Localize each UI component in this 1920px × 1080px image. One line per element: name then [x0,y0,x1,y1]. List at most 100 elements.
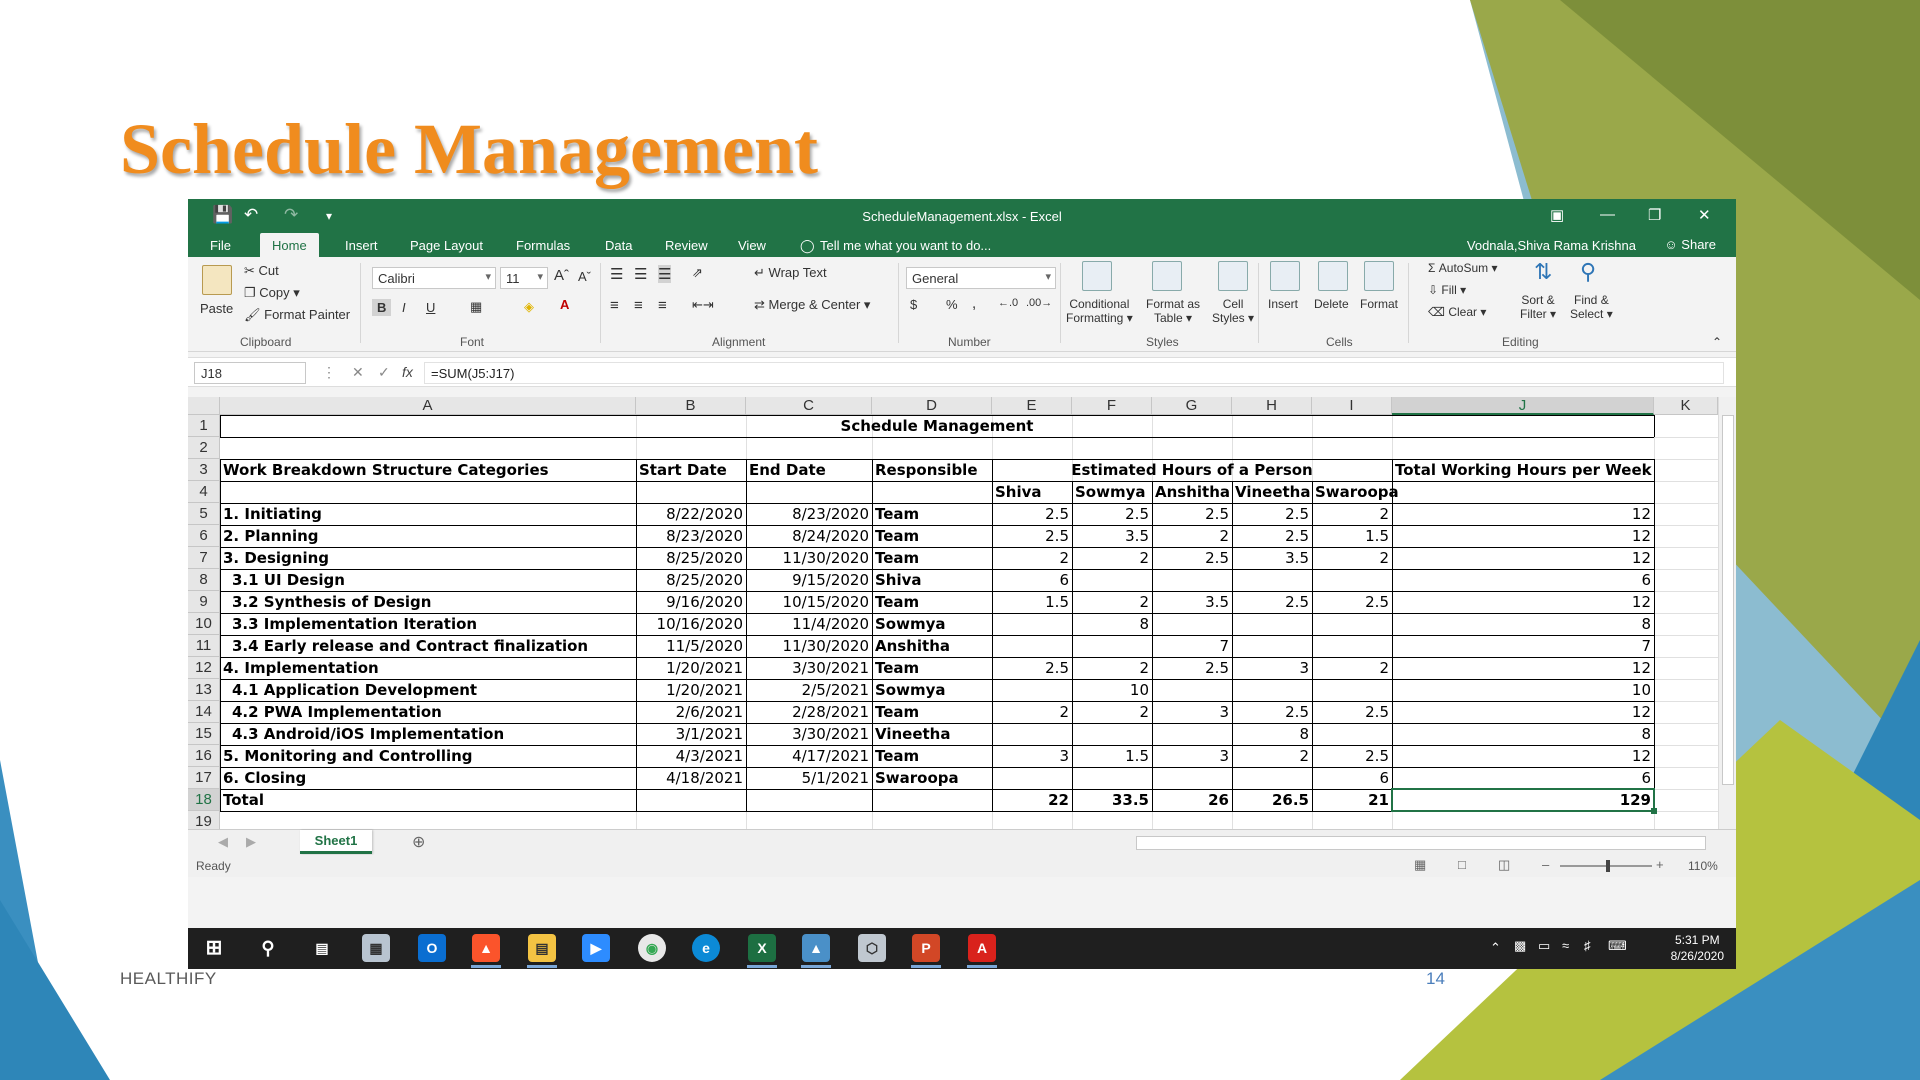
task-name-cell[interactable]: 2. Planning [220,525,636,547]
name-box[interactable]: J18 [194,362,306,384]
column-header-f[interactable]: F [1072,397,1152,415]
tab-insert[interactable]: Insert [345,238,378,253]
header-person[interactable]: Shiva [992,481,1072,503]
clear-button[interactable]: ⌫ Clear ▾ [1428,305,1486,319]
header-start-date[interactable]: Start Date [636,459,746,481]
row-header-13[interactable]: 13 [188,679,220,701]
hours-cell[interactable]: 10 [1072,679,1152,701]
hours-cell[interactable]: 2 [1072,657,1152,679]
task-name-cell[interactable]: 3. Designing [220,547,636,569]
row-header-8[interactable]: 8 [188,569,220,591]
row-header-16[interactable]: 16 [188,745,220,767]
bottom-align-icon[interactable]: ☰ [658,265,672,283]
worksheet-grid[interactable]: A B C D E F G H I J K 1 2 3 4 5 6 7 8 9 10 11 12 13 14 15 16 17 18 19… [188,397,1736,829]
top-align-icon[interactable]: ☰ [610,265,623,283]
hours-cell[interactable]: 2.5 [992,503,1072,525]
hours-cell[interactable]: 3 [1152,745,1232,767]
enter-icon[interactable]: ✓ [378,364,390,381]
sheet-title-cell[interactable]: Schedule Management [220,415,1654,437]
header-person[interactable]: Swaroopa [1312,481,1399,503]
chrome-icon[interactable]: ◉ [638,934,666,962]
total-hours-cell[interactable]: 7 [1392,635,1654,657]
total-hours-cell[interactable]: 6 [1392,569,1654,591]
security-icon[interactable]: ▩ [1514,938,1526,954]
orientation-icon[interactable]: ⇗ [692,265,703,281]
hours-cell[interactable]: 2.5 [992,525,1072,547]
total-label-cell[interactable]: Total [220,789,636,811]
hours-cell[interactable]: 3.5 [1072,525,1152,547]
conditional-formatting-button[interactable]: Conditional Formatting ▾ [1066,297,1133,325]
hours-cell[interactable]: 3 [992,745,1072,767]
hours-cell[interactable]: 1.5 [1312,525,1392,547]
total-hours-cell[interactable]: 8 [1392,723,1654,745]
paste-icon[interactable] [202,265,232,295]
file-explorer-icon[interactable]: ▤ [528,934,556,962]
find-select-icon[interactable]: ⚲ [1580,259,1596,285]
edge-icon[interactable]: e [692,934,720,962]
hours-cell[interactable]: 2 [1072,591,1152,613]
tell-me-box[interactable]: Tell me what you want to do... [820,238,991,253]
responsible-cell[interactable]: Shiva [872,569,992,591]
end-date-cell[interactable]: 8/23/2020 [746,503,872,525]
total-hours-cell[interactable]: 12 [1392,547,1654,569]
hours-cell[interactable]: 2 [992,547,1072,569]
start-date-cell[interactable]: 9/16/2020 [636,591,746,613]
new-sheet-icon[interactable]: ⊕ [412,832,425,852]
battery-icon[interactable]: ▭ [1538,938,1550,954]
row-header-17[interactable]: 17 [188,767,220,789]
total-hours-cell[interactable]: 6 [1392,767,1654,789]
vertical-scrollbar[interactable] [1718,397,1736,829]
task-view-icon[interactable]: ▤ [308,934,336,962]
select-all-corner[interactable] [188,397,220,415]
horizontal-scrollbar[interactable] [1136,836,1706,850]
row-header-2[interactable]: 2 [188,437,220,459]
fill-color-icon[interactable]: ◈ [524,299,534,315]
ribbon-display-icon[interactable]: ▣ [1550,206,1564,224]
column-header-c[interactable]: C [746,397,872,415]
row-header-10[interactable]: 10 [188,613,220,635]
hours-cell[interactable]: 2.5 [1232,591,1312,613]
taskbar-clock[interactable]: 5:31 PM 8/26/2020 [1671,932,1724,964]
header-person[interactable]: Sowmya [1072,481,1152,503]
row-header-3[interactable]: 3 [188,459,220,481]
increase-font-icon[interactable]: Aˆ [554,267,569,284]
excel-icon[interactable]: X [748,934,776,962]
hours-cell[interactable]: 2 [1232,745,1312,767]
delete-cells-icon[interactable] [1318,261,1348,291]
row-header-18[interactable]: 18 [188,789,220,811]
comma-button[interactable]: , [972,295,976,312]
italic-button[interactable]: I [402,300,406,315]
font-name-select[interactable]: Calibri [372,267,496,289]
hours-cell[interactable]: 2.5 [1312,591,1392,613]
collapse-ribbon-icon[interactable]: ⌃ [1712,335,1722,349]
end-date-cell[interactable]: 4/17/2021 [746,745,872,767]
hours-cell[interactable]: 2.5 [1232,503,1312,525]
format-painter-button[interactable]: 🖌 Format Painter [244,307,350,323]
insert-function-icon[interactable]: fx [402,364,413,380]
close-icon[interactable]: ✕ [1698,206,1711,224]
total-hours-cell[interactable]: 12 [1392,525,1654,547]
end-date-cell[interactable]: 2/5/2021 [746,679,872,701]
task-name-cell[interactable]: 3.4 Early release and Contract finalizat… [220,635,636,657]
hours-cell[interactable]: 3.5 [1232,547,1312,569]
column-header-i[interactable]: I [1312,397,1392,415]
row-header-6[interactable]: 6 [188,525,220,547]
hours-cell[interactable]: 1.5 [992,591,1072,613]
total-hours-cell[interactable]: 12 [1392,701,1654,723]
hours-cell[interactable]: 8 [1072,613,1152,635]
acrobat-icon[interactable]: A [968,934,996,962]
end-date-cell[interactable]: 11/30/2020 [746,635,872,657]
hours-cell[interactable]: 6 [1312,767,1392,789]
task-name-cell[interactable]: 4.1 Application Development [220,679,636,701]
tab-formulas[interactable]: Formulas [516,238,570,253]
page-break-view-icon[interactable]: ◫ [1498,857,1510,873]
hours-cell[interactable]: 8 [1232,723,1312,745]
format-cells-icon[interactable] [1364,261,1394,291]
responsible-cell[interactable]: Team [872,701,992,723]
sheet-tab-sheet1[interactable]: Sheet1 [300,830,372,854]
page-layout-view-icon[interactable]: □ [1458,857,1466,872]
start-date-cell[interactable]: 8/23/2020 [636,525,746,547]
end-date-cell[interactable]: 11/30/2020 [746,547,872,569]
total-hours-cell[interactable]: 12 [1392,591,1654,613]
formula-input[interactable]: =SUM(J5:J17) [424,362,1724,384]
